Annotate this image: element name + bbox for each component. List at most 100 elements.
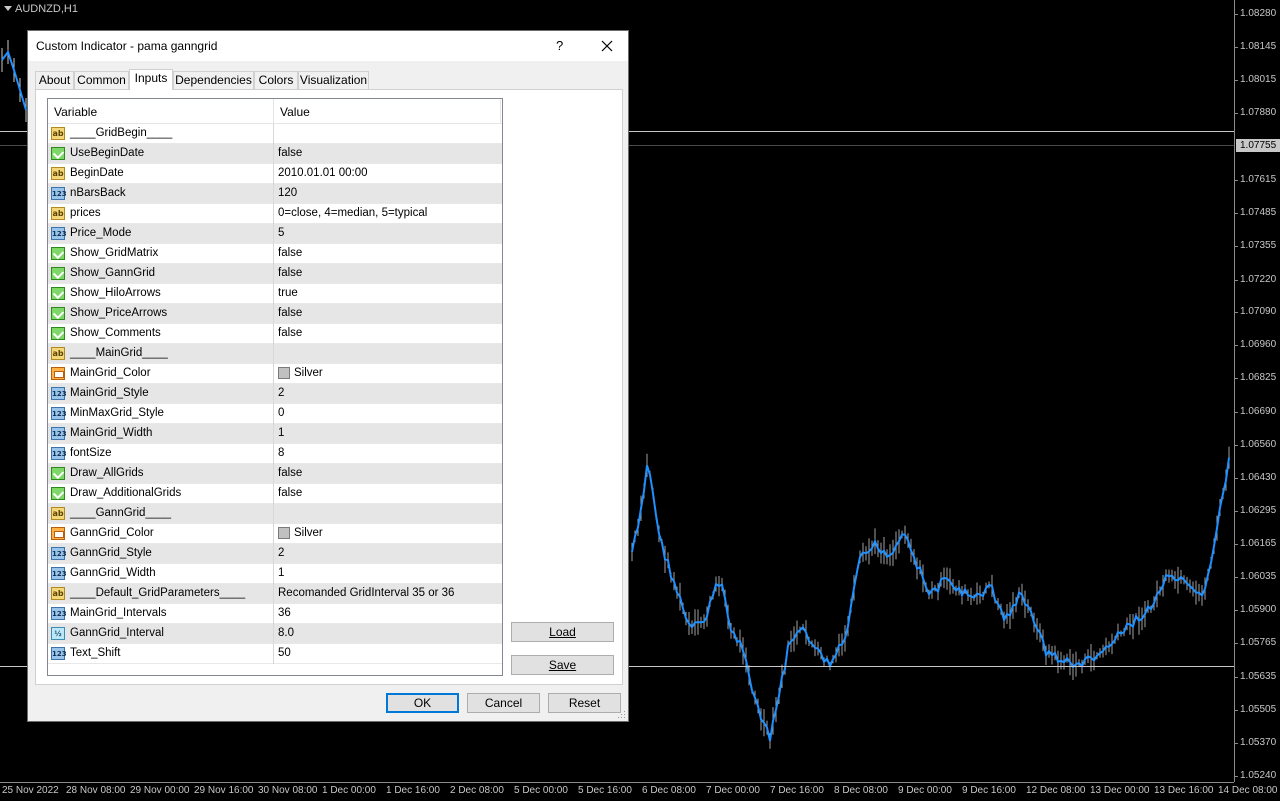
help-button[interactable]: ?	[556, 38, 563, 53]
input-value[interactable]: Recomanded GridInterval 35 or 36	[278, 587, 454, 599]
close-icon[interactable]	[594, 35, 620, 57]
input-row[interactable]: 123 nBarsBack 120	[48, 184, 502, 204]
input-row[interactable]: 123 GannGrid_Style 2	[48, 544, 502, 564]
input-value[interactable]: 8	[278, 447, 284, 459]
input-row[interactable]: Draw_AllGrids false	[48, 464, 502, 484]
input-row[interactable]: ab BeginDate 2010.01.01 00:00	[48, 164, 502, 184]
input-value[interactable]: false	[278, 247, 302, 259]
input-row[interactable]: 123 MainGrid_Intervals 36	[48, 604, 502, 624]
row-column-divider	[273, 304, 274, 324]
input-row[interactable]: MainGrid_Color Silver	[48, 364, 502, 384]
input-value[interactable]: 5	[278, 227, 284, 239]
tab-inputs[interactable]: Inputs	[129, 69, 173, 90]
input-row[interactable]: UseBeginDate false	[48, 144, 502, 164]
input-variable-name: BeginDate	[70, 167, 124, 179]
input-row[interactable]: GannGrid_Color Silver	[48, 524, 502, 544]
bool-type-icon	[51, 467, 65, 480]
column-header-variable[interactable]: Variable	[54, 105, 97, 119]
input-row[interactable]: ab ____GannGrid____	[48, 504, 502, 524]
input-value[interactable]: false	[278, 147, 302, 159]
color-swatch[interactable]	[278, 367, 290, 379]
input-row[interactable]: Show_PriceArrows false	[48, 304, 502, 324]
time-tick-label: 29 Nov 16:00	[194, 785, 254, 796]
column-header-value[interactable]: Value	[280, 105, 310, 119]
input-row[interactable]: 123 MainGrid_Width 1	[48, 424, 502, 444]
input-row[interactable]: Draw_AdditionalGrids false	[48, 484, 502, 504]
input-value[interactable]: false	[278, 327, 302, 339]
price-tick-label: 1.05635	[1233, 671, 1277, 682]
column-divider[interactable]	[273, 99, 274, 123]
input-row[interactable]: Show_HiloArrows true	[48, 284, 502, 304]
input-value[interactable]: 1	[278, 567, 284, 579]
time-axis[interactable]: 25 Nov 2022 28 Nov 08:00 29 Nov 00:00 29 No…	[0, 782, 1278, 801]
input-value[interactable]: false	[278, 467, 302, 479]
input-row[interactable]: ab ____GridBegin____	[48, 124, 502, 144]
string-type-icon: ab	[51, 347, 65, 360]
row-column-divider	[273, 404, 274, 424]
input-value[interactable]: 0	[278, 407, 284, 419]
input-value[interactable]: 8.0	[278, 627, 294, 639]
row-column-divider	[273, 484, 274, 504]
input-value[interactable]: Silver	[294, 367, 323, 379]
bool-type-icon	[51, 287, 65, 300]
input-value[interactable]: 120	[278, 187, 297, 199]
resize-grip-icon[interactable]	[618, 711, 626, 719]
input-row[interactable]: ab ____Default_GridParameters____ Recomand…	[48, 584, 502, 604]
input-variable-name: MainGrid_Color	[70, 367, 151, 379]
tab-common[interactable]: Common	[74, 71, 129, 89]
time-tick-label: 25 Nov 2022	[2, 785, 59, 796]
input-row[interactable]: 123 Text_Shift 50	[48, 644, 502, 664]
time-tick-label: 5 Dec 00:00	[514, 785, 568, 796]
tab-colors[interactable]: Colors	[254, 71, 298, 89]
input-row[interactable]: ab ____MainGrid____	[48, 344, 502, 364]
input-row[interactable]: 123 MainGrid_Style 2	[48, 384, 502, 404]
cancel-button[interactable]: Cancel	[467, 693, 540, 713]
time-tick-label: 1 Dec 16:00	[386, 785, 440, 796]
input-value[interactable]: Silver	[294, 527, 323, 539]
input-row[interactable]: Show_GannGrid false	[48, 264, 502, 284]
color-swatch[interactable]	[278, 527, 290, 539]
tab-visualization[interactable]: Visualization	[298, 71, 369, 89]
input-value[interactable]: 2010.01.01 00:00	[278, 167, 368, 179]
price-axis[interactable]: 1.07755 1.08280 1.08145 1.08015 1.07880 1.07…	[1233, 0, 1280, 782]
row-column-divider	[273, 524, 274, 544]
input-value[interactable]: false	[278, 307, 302, 319]
tab-about[interactable]: About	[35, 71, 74, 89]
input-row[interactable]: Show_GridMatrix false	[48, 244, 502, 264]
input-row[interactable]: Show_Comments false	[48, 324, 502, 344]
input-variable-name: MainGrid_Style	[70, 387, 149, 399]
int-type-icon: 123	[51, 547, 67, 560]
bool-type-icon	[51, 267, 65, 280]
input-variable-name: Draw_AdditionalGrids	[70, 487, 182, 499]
input-value[interactable]: false	[278, 487, 302, 499]
input-variable-name: ____MainGrid____	[70, 347, 168, 359]
dialog-titlebar[interactable]: Custom Indicator - pama ganngrid ?	[28, 31, 628, 61]
int-type-icon: 123	[51, 567, 67, 580]
input-row[interactable]: 123 fontSize 8	[48, 444, 502, 464]
input-row[interactable]: 123 GannGrid_Width 1	[48, 564, 502, 584]
symbol-text: AUDNZD,H1	[15, 3, 78, 15]
input-row[interactable]: ½ GannGrid_Interval 8.0	[48, 624, 502, 644]
input-row[interactable]: 123 MinMaxGrid_Style 0	[48, 404, 502, 424]
input-variable-name: Show_HiloArrows	[70, 287, 161, 299]
input-value[interactable]: true	[278, 287, 298, 299]
input-value[interactable]: 2	[278, 547, 284, 559]
inputs-table[interactable]: Variable Value ab ____GridBegin____ UseBeg…	[47, 98, 503, 676]
save-button[interactable]: Save	[511, 655, 614, 675]
input-value[interactable]: false	[278, 267, 302, 279]
current-price-label: 1.07755	[1236, 139, 1280, 152]
input-row[interactable]: ab prices 0=close, 4=median, 5=typical	[48, 204, 502, 224]
reset-button[interactable]: Reset	[548, 693, 621, 713]
input-value[interactable]: 1	[278, 427, 284, 439]
input-row[interactable]: 123 Price_Mode 5	[48, 224, 502, 244]
chart-symbol-label[interactable]: AUDNZD,H1	[4, 3, 78, 15]
input-value[interactable]: 50	[278, 647, 291, 659]
price-tick-label: 1.06690	[1233, 406, 1277, 417]
tab-dependencies[interactable]: Dependencies	[173, 71, 254, 89]
load-button[interactable]: Load	[511, 622, 614, 642]
input-value[interactable]: 2	[278, 387, 284, 399]
input-value[interactable]: 36	[278, 607, 291, 619]
row-column-divider	[273, 244, 274, 264]
ok-button[interactable]: OK	[386, 693, 459, 713]
input-value[interactable]: 0=close, 4=median, 5=typical	[278, 207, 427, 219]
